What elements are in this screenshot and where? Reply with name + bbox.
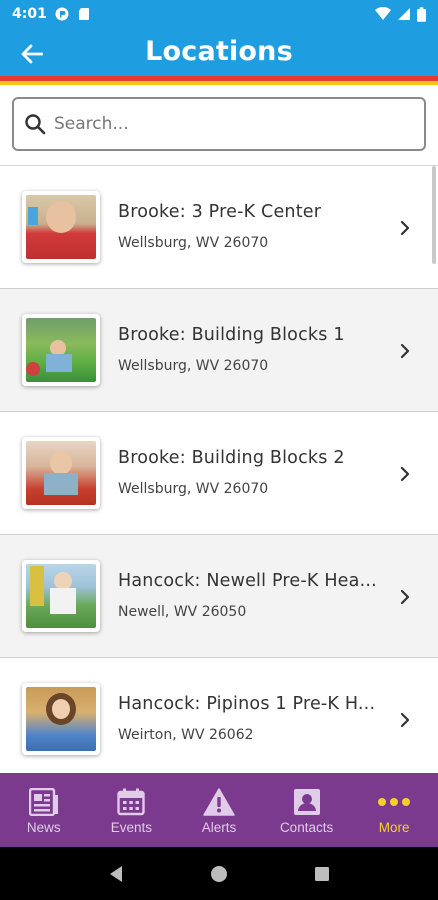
android-recents-button[interactable] [302, 854, 342, 894]
nav-label: More [378, 820, 410, 835]
chevron-right-icon [396, 586, 414, 608]
square-recents-icon [315, 866, 330, 881]
location-name: Hancock: Newell Pre-K Hea... [118, 571, 377, 591]
sd-card-icon [78, 8, 89, 20]
status-bar: 4:01 [0, 0, 438, 28]
nav-label: Events [110, 820, 153, 835]
location-address: Wellsburg, WV 26070 [118, 235, 269, 251]
nav-events[interactable]: Events [88, 773, 176, 847]
nav-more[interactable]: More [350, 773, 438, 847]
nav-news[interactable]: News [0, 773, 88, 847]
status-time: 4:01 [12, 6, 47, 22]
nav-label: News [26, 820, 61, 835]
triangle-back-icon [109, 865, 122, 882]
list-item[interactable]: Hancock: Newell Pre-K Hea... Newell, WV … [0, 535, 438, 658]
list-item[interactable]: Brooke: 3 Pre-K Center Wellsburg, WV 260… [0, 166, 438, 289]
more-dots-icon [377, 787, 411, 817]
chevron-right-icon [396, 463, 414, 485]
app-header: Locations [0, 28, 438, 80]
android-nav-bar [0, 847, 438, 900]
location-name: Brooke: 3 Pre-K Center [118, 202, 322, 222]
battery-icon [417, 6, 426, 22]
search-area [0, 85, 438, 165]
location-photo [22, 560, 100, 632]
chevron-right-icon [396, 217, 414, 239]
location-address: Wellsburg, WV 26070 [118, 358, 269, 374]
page-title: Locations [145, 36, 293, 67]
location-name: Hancock: Pipinos 1 Pre-K H... [118, 694, 376, 714]
nav-label: Contacts [279, 820, 334, 835]
circle-home-icon [210, 865, 227, 882]
nav-label: Alerts [201, 820, 237, 835]
list-item[interactable]: Brooke: Building Blocks 2 Wellsburg, WV … [0, 412, 438, 535]
contact-card-icon [290, 787, 324, 817]
list-item[interactable]: Hancock: Pipinos 1 Pre-K H... Weirton, W… [0, 658, 438, 773]
location-photo [22, 437, 100, 509]
app-notification-icon [55, 7, 69, 21]
search-input[interactable] [54, 114, 394, 134]
nav-contacts[interactable]: Contacts [263, 773, 351, 847]
list-item[interactable]: Brooke: Building Blocks 1 Wellsburg, WV … [0, 289, 438, 412]
android-back-button[interactable] [96, 854, 136, 894]
wifi-icon [375, 7, 391, 20]
scrollbar[interactable] [432, 166, 436, 264]
warning-icon [202, 787, 236, 817]
location-photo [22, 683, 100, 755]
location-photo [22, 191, 100, 263]
location-address: Wellsburg, WV 26070 [118, 481, 269, 497]
location-name: Brooke: Building Blocks 2 [118, 448, 345, 468]
search-icon [22, 111, 48, 137]
nav-alerts[interactable]: Alerts [175, 773, 263, 847]
calendar-icon [114, 787, 148, 817]
location-name: Brooke: Building Blocks 1 [118, 325, 345, 345]
location-address: Weirton, WV 26062 [118, 727, 254, 743]
android-home-button[interactable] [199, 854, 239, 894]
search-box[interactable] [12, 97, 426, 151]
signal-icon [398, 8, 410, 20]
newspaper-icon [27, 787, 61, 817]
status-right [375, 6, 426, 22]
status-left: 4:01 [12, 6, 91, 22]
bottom-nav: News Events Alerts Contacts More [0, 773, 438, 847]
locations-list[interactable]: Brooke: 3 Pre-K Center Wellsburg, WV 260… [0, 165, 438, 773]
chevron-right-icon [396, 340, 414, 362]
location-address: Newell, WV 26050 [118, 604, 247, 620]
chevron-right-icon [396, 709, 414, 731]
location-photo [22, 314, 100, 386]
